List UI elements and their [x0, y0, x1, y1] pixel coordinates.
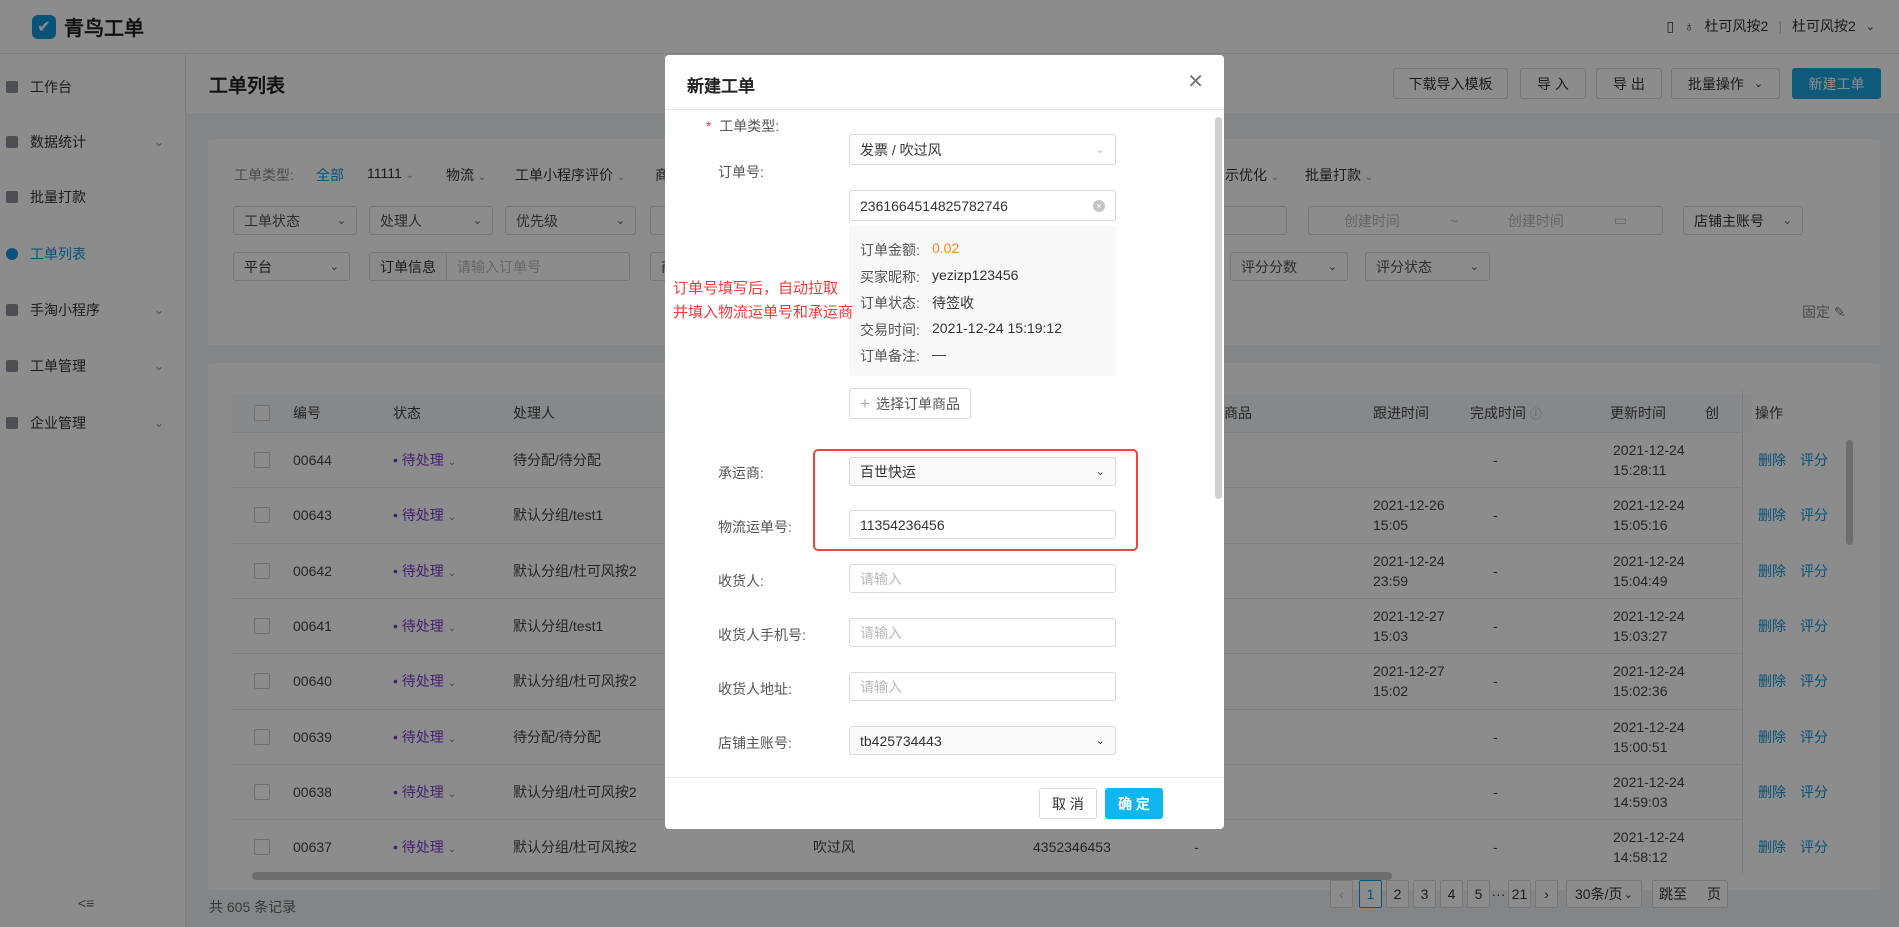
- annotation-note: 订单号填写后，自动拉取 并填入物流运单号和承运商: [673, 277, 853, 325]
- chevron-down-icon: ⌄: [1095, 466, 1105, 478]
- order-info-value: 待签收: [932, 295, 974, 311]
- modal-scrollbar[interactable]: [1215, 117, 1222, 499]
- order-info-key: 订单状态:: [860, 295, 920, 311]
- select-goods-label: 选择订单商品: [875, 395, 960, 412]
- tracking-label: 物流运单号:: [718, 519, 792, 535]
- order-info-value: —: [932, 346, 946, 362]
- order-no-value: 2361664514825782746: [860, 197, 1008, 214]
- modal-header-divider: [665, 109, 1224, 110]
- order-info-row: 订单状态: 待签收: [860, 293, 974, 313]
- plus-icon: +: [860, 393, 870, 413]
- order-info-value: 2021-12-24 15:19:12: [932, 319, 1062, 336]
- order-info-key: 买家昵称:: [860, 268, 920, 285]
- ticket-type-select[interactable]: 发票 / 吹过风 ⌄: [849, 134, 1116, 165]
- order-no-input[interactable]: 2361664514825782746 ×: [849, 190, 1116, 221]
- carrier-select[interactable]: 百世快运 ⌄: [849, 457, 1116, 486]
- confirm-button[interactable]: 确 定: [1105, 788, 1163, 819]
- receiver-input[interactable]: 请输入: [849, 564, 1116, 593]
- modal-footer-divider: [665, 777, 1224, 778]
- annotation-line-1: 订单号填写后，自动拉取: [673, 280, 839, 297]
- address-input[interactable]: 请输入: [849, 672, 1116, 701]
- phone-label: 收货人手机号:: [718, 627, 806, 643]
- create-ticket-modal: 新建工单 ✕ * 工单类型: 发票 / 吹过风 ⌄ 订单号: 2361664514…: [665, 55, 1224, 829]
- shop-select[interactable]: tb425734443 ⌄: [849, 726, 1116, 755]
- annotation-line-2: 并填入物流运单号和承运商: [673, 304, 854, 321]
- modal-title: 新建工单: [687, 77, 755, 96]
- clear-icon[interactable]: ×: [1093, 199, 1105, 212]
- order-info-row: 交易时间: 2021-12-24 15:19:12: [860, 320, 1062, 340]
- carrier-label: 承运商:: [718, 465, 764, 481]
- order-info-key: 交易时间:: [860, 321, 920, 338]
- cancel-button[interactable]: 取 消: [1039, 788, 1097, 819]
- address-label: 收货人地址:: [718, 681, 792, 697]
- order-no-label: 订单号:: [718, 164, 764, 180]
- order-info-key: 订单备注:: [860, 348, 920, 364]
- tracking-value: 11354236456: [860, 516, 945, 533]
- tracking-input[interactable]: 11354236456: [849, 510, 1116, 539]
- order-info-row: 订单金额: 0.02: [860, 240, 959, 260]
- order-info-row: 买家昵称: yezizp123456: [860, 267, 1018, 287]
- shop-value: tb425734443: [860, 732, 942, 749]
- select-order-goods-button[interactable]: + 选择订单商品: [849, 388, 971, 419]
- phone-input[interactable]: 请输入: [849, 618, 1116, 647]
- order-info-value: yezizp123456: [932, 266, 1019, 283]
- ticket-type-value: 发票 / 吹过风: [860, 141, 942, 158]
- required-mark: *: [706, 118, 712, 134]
- carrier-value: 百世快运: [860, 463, 916, 480]
- order-info-box: 订单金额: 0.02 买家昵称: yezizp123456 订单状态: 待签收 交易时间: 2…: [849, 226, 1116, 376]
- order-info-row: 订单备注: —: [860, 346, 946, 366]
- receiver-label: 收货人:: [718, 573, 764, 589]
- close-icon[interactable]: ✕: [1187, 69, 1204, 94]
- order-info-value: 0.02: [932, 240, 960, 256]
- type-label: * 工单类型:: [706, 118, 780, 134]
- order-info-key: 订单金额:: [860, 242, 920, 258]
- chevron-down-icon: ⌄: [1095, 144, 1105, 156]
- shop-label: 店铺主账号:: [718, 735, 792, 751]
- chevron-down-icon: ⌄: [1095, 735, 1105, 747]
